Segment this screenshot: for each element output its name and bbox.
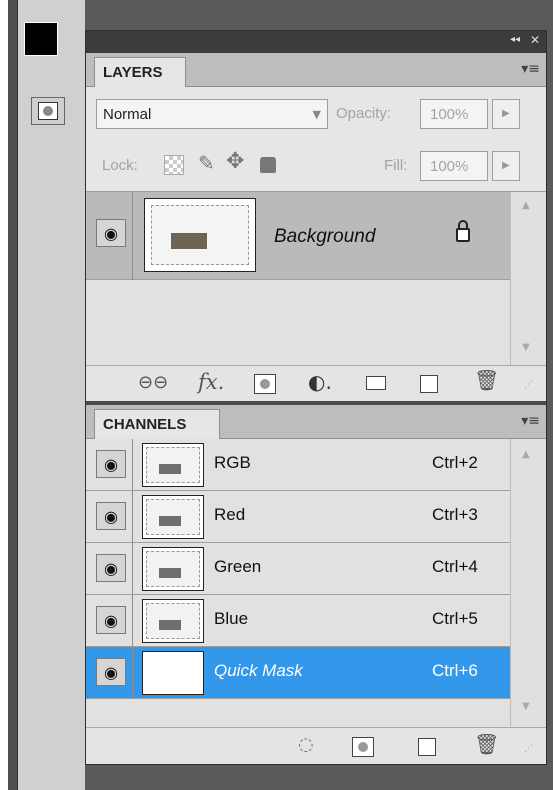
channel-thumbnail — [142, 443, 204, 487]
tab-layers-label: LAYERS — [103, 64, 163, 81]
adjustment-icon[interactable]: ◐. — [308, 370, 332, 394]
layers-scrollbar[interactable]: ▲ ▼ — [510, 192, 546, 366]
channel-row[interactable]: ◉ Red Ctrl+3 — [86, 491, 510, 543]
lock-label: Lock: — [102, 157, 138, 174]
tab-layers[interactable]: LAYERS — [94, 57, 186, 87]
layer-visibility-toggle[interactable]: ◉ — [96, 219, 126, 247]
lock-transparent-icon[interactable] — [164, 155, 184, 175]
tab-channels-label: CHANNELS — [103, 416, 187, 433]
channel-shortcut: Ctrl+3 — [432, 505, 478, 524]
lock-all-icon[interactable] — [260, 157, 276, 173]
panel-titlebar: ◂◂ ✕ — [86, 31, 546, 53]
triangle-right-icon: ▶ — [502, 160, 510, 171]
scroll-up-icon[interactable]: ▲ — [522, 200, 530, 211]
channel-shortcut: Ctrl+2 — [432, 453, 478, 472]
fx-icon[interactable]: fx. — [198, 370, 224, 394]
scroll-down-icon[interactable]: ▼ — [522, 701, 530, 712]
lock-icon — [456, 228, 470, 242]
layer-thumbnail — [144, 198, 256, 272]
eye-icon: ◉ — [104, 223, 118, 243]
channel-name[interactable]: Green — [214, 557, 261, 577]
layers-list: ◉ Background ▲ ▼ — [86, 191, 546, 366]
channels-footer: ◌ 🗑 ⋰ — [86, 727, 546, 764]
channels-list: ◉ RGB Ctrl+2 ◉ Red Ctrl+3 ◉ Green Ctrl+4… — [86, 439, 546, 727]
layer-row[interactable]: ◉ Background — [86, 192, 510, 280]
close-icon[interactable]: ✕ — [530, 33, 540, 47]
resize-grip-icon[interactable]: ⋰ — [524, 380, 533, 390]
panel-menu-icon[interactable]: ▾≡ — [521, 413, 540, 429]
triangle-right-icon: ▶ — [502, 108, 510, 119]
trash-icon[interactable]: 🗑 — [474, 732, 499, 756]
channels-scrollbar[interactable]: ▲ ▼ — [510, 439, 546, 727]
channel-name[interactable]: Blue — [214, 609, 248, 629]
channel-shortcut: Ctrl+6 — [432, 661, 478, 680]
channel-name[interactable]: RGB — [214, 453, 251, 473]
fill-input[interactable]: 100% — [420, 151, 488, 181]
save-selection-icon[interactable] — [352, 737, 374, 757]
channel-row[interactable]: ◉ RGB Ctrl+2 — [86, 439, 510, 491]
chevron-down-icon: ▼ — [312, 108, 321, 121]
channels-tab-strip: CHANNELS ▾≡ — [86, 405, 546, 439]
lock-image-icon[interactable]: ✎ — [198, 151, 215, 175]
opacity-value: 100% — [430, 106, 469, 123]
quick-mask-mode-button[interactable] — [31, 97, 65, 125]
mask-icon[interactable] — [254, 374, 276, 394]
eye-icon: ◉ — [104, 662, 118, 682]
new-channel-icon[interactable] — [418, 738, 436, 756]
collapse-icon[interactable]: ◂◂ — [510, 34, 520, 45]
opacity-label: Opacity: — [336, 105, 392, 122]
eye-icon: ◉ — [104, 610, 118, 630]
channel-visibility-toggle[interactable]: ◉ — [96, 502, 126, 530]
tab-channels[interactable]: CHANNELS — [94, 409, 220, 439]
channel-row[interactable]: ◉ Green Ctrl+4 — [86, 543, 510, 595]
eye-icon: ◉ — [104, 454, 118, 474]
layers-footer: ⊖⊖ fx. ◐. 🗑 ⋰ — [86, 365, 546, 401]
opacity-input[interactable]: 100% — [420, 99, 488, 129]
new-layer-icon[interactable] — [420, 375, 438, 393]
foreground-color-swatch[interactable] — [24, 22, 58, 56]
folder-icon[interactable] — [366, 376, 386, 390]
fill-slider-button[interactable]: ▶ — [492, 151, 520, 181]
panel-menu-icon[interactable]: ▾≡ — [521, 61, 540, 77]
fill-value: 100% — [430, 158, 469, 175]
channel-thumbnail — [142, 599, 204, 643]
quick-mask-icon — [38, 102, 58, 120]
eye-icon: ◉ — [104, 506, 118, 526]
link-icon[interactable]: ⊖⊖ — [138, 372, 168, 393]
scroll-down-icon[interactable]: ▼ — [522, 342, 530, 353]
channel-visibility-toggle[interactable]: ◉ — [96, 554, 126, 582]
channel-name[interactable]: Quick Mask — [214, 661, 303, 681]
channel-visibility-toggle[interactable]: ◉ — [96, 606, 126, 634]
trash-icon[interactable]: 🗑 — [474, 368, 499, 392]
channel-visibility-toggle[interactable]: ◉ — [96, 658, 126, 686]
scroll-up-icon[interactable]: ▲ — [522, 449, 530, 460]
layer-name[interactable]: Background — [274, 226, 375, 248]
blend-mode-select[interactable]: Normal ▼ — [96, 99, 328, 129]
channel-name[interactable]: Red — [214, 505, 245, 525]
opacity-slider-button[interactable]: ▶ — [492, 99, 520, 129]
blend-mode-value: Normal — [103, 106, 152, 123]
load-selection-icon[interactable]: ◌ — [298, 734, 314, 755]
channel-thumbnail — [142, 495, 204, 539]
panel-group: ◂◂ ✕ LAYERS ▾≡ Normal ▼ Opacity: 100% ▶ … — [85, 30, 547, 765]
resize-grip-icon[interactable]: ⋰ — [524, 744, 533, 754]
channel-visibility-toggle[interactable]: ◉ — [96, 450, 126, 478]
channel-shortcut: Ctrl+5 — [432, 609, 478, 628]
channel-thumbnail — [142, 651, 204, 695]
eye-icon: ◉ — [104, 558, 118, 578]
channel-thumbnail — [142, 547, 204, 591]
channel-row[interactable]: ◉ Blue Ctrl+5 — [86, 595, 510, 647]
tools-panel-body — [17, 0, 87, 790]
fill-label: Fill: — [384, 157, 408, 174]
channel-shortcut: Ctrl+4 — [432, 557, 478, 576]
lock-position-icon[interactable]: ✥ — [226, 149, 244, 174]
channel-row[interactable]: ◉ Quick Mask Ctrl+6 — [86, 647, 510, 699]
layers-tab-strip: LAYERS ▾≡ — [86, 53, 546, 87]
